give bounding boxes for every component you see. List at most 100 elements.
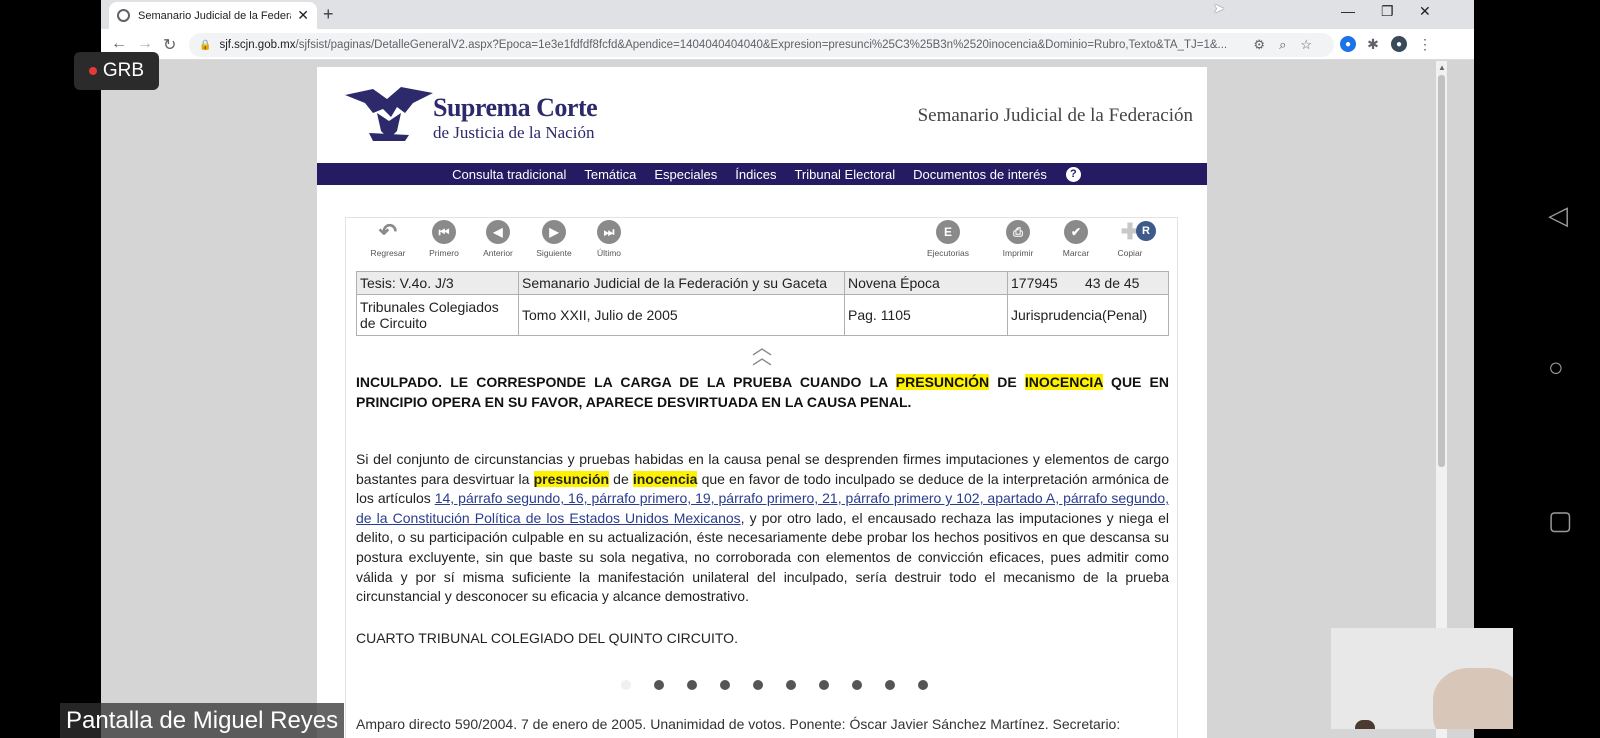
lock-icon: 🔒 xyxy=(199,39,212,51)
anterior-button[interactable]: ◀ Anterior xyxy=(468,220,528,258)
siguiente-button[interactable]: ▶ Siguiente xyxy=(524,220,584,258)
home-circle-icon[interactable]: ○ xyxy=(1548,352,1564,383)
imprimir-label: Imprimir xyxy=(1002,248,1034,258)
menu-kebab-icon[interactable]: ⋮ xyxy=(1417,36,1433,52)
logo-title[interactable]: Suprema Corte xyxy=(433,93,598,123)
precedente-detalle: Amparo directo 590/2004. 7 de enero de 2… xyxy=(356,716,1121,732)
reload-icon[interactable]: ↻ xyxy=(163,35,176,55)
screen: Semanario Judicial de la Federac ✕ + ➤ —… xyxy=(0,0,1600,738)
tesis-instancia: Tribunales Colegiados de Circuito xyxy=(356,294,519,336)
site-header: Suprema Corte de Justicia de la Nación S… xyxy=(317,67,1207,162)
nav-consulta-tradicional[interactable]: Consulta tradicional xyxy=(452,167,566,182)
page-dot[interactable] xyxy=(621,680,631,690)
page-dot[interactable] xyxy=(852,680,862,690)
tesis-registro: 177945 xyxy=(1011,275,1058,291)
page-dot[interactable] xyxy=(918,680,928,690)
recording-label: GRB xyxy=(102,60,145,81)
regresar-button[interactable]: ↶ Regresar xyxy=(358,219,418,258)
checkmark-icon: ✔ xyxy=(1064,220,1088,244)
regresar-label: Regresar xyxy=(370,248,406,258)
pagination-dots xyxy=(621,680,951,690)
profile-avatar[interactable]: ● xyxy=(1391,36,1407,52)
screen-share-label: Pantalla de Miguel Reyes xyxy=(60,703,345,738)
nav-indices[interactable]: Índices xyxy=(735,167,776,182)
page-dot[interactable] xyxy=(786,680,796,690)
bookmark-star-icon[interactable]: ☆ xyxy=(1300,37,1326,52)
forward-arrow-icon[interactable]: → xyxy=(137,35,153,53)
undo-arrow-icon: ↶ xyxy=(378,219,398,244)
scjn-page: Suprema Corte de Justicia de la Nación S… xyxy=(317,67,1207,738)
tab-close-icon[interactable]: ✕ xyxy=(297,7,309,24)
android-nav-bar: ◁ ○ ▢ xyxy=(1513,0,1600,738)
recording-badge: GRB xyxy=(74,52,159,90)
copiar-label: Copiar xyxy=(1117,248,1143,258)
new-tab-button[interactable]: + xyxy=(323,4,334,25)
logo-subtitle[interactable]: de Justicia de la Nación xyxy=(433,123,594,143)
ejecutorias-label: Ejecutorias xyxy=(926,248,970,258)
nav-tribunal-electoral[interactable]: Tribunal Electoral xyxy=(794,167,895,182)
page-dot[interactable] xyxy=(753,680,763,690)
page-dot[interactable] xyxy=(885,680,895,690)
tesis-panel: ↶ Regresar ⏮ Primero ◀ Anterior ▶ Siguie… xyxy=(345,217,1178,738)
ejecutorias-icon: E xyxy=(936,220,960,244)
close-window-button[interactable]: ✕ xyxy=(1419,3,1431,20)
eagle-logo-icon[interactable] xyxy=(343,83,435,145)
nav-tematica[interactable]: Temática xyxy=(584,167,636,182)
zoom-icon[interactable]: ⌕ xyxy=(1279,37,1300,52)
marcar-label: Marcar xyxy=(1062,248,1090,258)
video-content xyxy=(1433,668,1513,729)
scroll-up-icon[interactable]: ▲ xyxy=(1438,63,1446,72)
minimize-button[interactable]: — xyxy=(1341,3,1355,19)
back-arrow-icon[interactable]: ← xyxy=(111,35,127,53)
recents-square-icon[interactable]: ▢ xyxy=(1548,505,1573,536)
main-nav: Consulta tradicional Temática Especiales… xyxy=(317,163,1207,185)
tesis-clave: Tesis: V.4o. J/3 xyxy=(356,271,519,295)
last-page-icon: ⏭ xyxy=(597,220,621,244)
primero-button[interactable]: ⏮ Primero xyxy=(414,220,474,258)
url-host: sjf.scjn.gob.mx xyxy=(219,39,296,51)
primero-label: Primero xyxy=(429,248,459,258)
ejecutorias-button[interactable]: E Ejecutorias xyxy=(918,220,978,258)
ultimo-label: Último xyxy=(596,248,622,258)
rubro-text-2: DE xyxy=(989,374,1025,390)
tab-bar: Semanario Judicial de la Federac ✕ + ➤ —… xyxy=(101,0,1474,29)
extension-icon[interactable]: ● xyxy=(1340,36,1356,52)
page-dot[interactable] xyxy=(687,680,697,690)
restore-button[interactable]: ❐ xyxy=(1381,3,1394,20)
globe-icon xyxy=(117,9,130,22)
extension-puzzle-icon[interactable]: ⚙ xyxy=(1253,37,1279,52)
marcar-button[interactable]: ✔ Marcar xyxy=(1046,220,1106,258)
r-badge-icon[interactable]: R xyxy=(1136,221,1156,241)
ultimo-button[interactable]: ⏭ Último xyxy=(579,220,639,258)
address-bar[interactable]: 🔒 sjf.scjn.gob.mx/sjfsist/paginas/Detall… xyxy=(189,33,1334,57)
previous-icon: ◀ xyxy=(486,220,510,244)
omnibox-icons: ⚙⌕☆ xyxy=(1253,37,1326,53)
browser-window: Semanario Judicial de la Federac ✕ + ➤ —… xyxy=(101,0,1474,738)
extensions-puzzle-icon[interactable]: ✱ xyxy=(1365,36,1381,52)
tesis-posicion: 43 de 45 xyxy=(1084,275,1140,291)
rubro-highlight-inocencia: INOCENCIA xyxy=(1024,374,1103,390)
page-viewport: Suprema Corte de Justicia de la Nación S… xyxy=(101,61,1436,738)
next-icon: ▶ xyxy=(542,220,566,244)
anterior-label: Anterior xyxy=(483,248,513,258)
collapse-chevron-icon[interactable]: ︿ ︿ xyxy=(752,338,772,368)
tesis-tomo: Tomo XXII, Julio de 2005 xyxy=(518,294,845,336)
nav-especiales[interactable]: Especiales xyxy=(654,167,717,182)
page-dot[interactable] xyxy=(720,680,730,690)
nav-documentos-de-interes[interactable]: Documentos de interés xyxy=(913,167,1047,182)
scrollbar-thumb[interactable] xyxy=(1438,75,1445,467)
rubro-text-1: INCULPADO. LE CORRESPONDE LA CARGA DE LA… xyxy=(356,374,896,390)
tab-title: Semanario Judicial de la Federac xyxy=(138,9,292,22)
record-dot-icon xyxy=(88,67,97,75)
browser-tab[interactable]: Semanario Judicial de la Federac ✕ xyxy=(109,2,317,29)
imprimir-button[interactable]: ⎙ Imprimir xyxy=(988,220,1048,258)
page-dot[interactable] xyxy=(819,680,829,690)
participant-video-thumbnail[interactable] xyxy=(1331,628,1513,729)
help-icon[interactable]: ? xyxy=(1065,166,1081,182)
url-text: sjf.scjn.gob.mx/sjfsist/paginas/DetalleG… xyxy=(219,39,1227,51)
page-dot[interactable] xyxy=(654,680,664,690)
texto-2: de xyxy=(609,470,633,487)
tribunal-precedente: CUARTO TRIBUNAL COLEGIADO DEL QUINTO CIR… xyxy=(356,630,738,646)
rubro-highlight-presuncion: PRESUNCIÓN xyxy=(895,374,990,390)
back-triangle-icon[interactable]: ◁ xyxy=(1548,200,1568,231)
